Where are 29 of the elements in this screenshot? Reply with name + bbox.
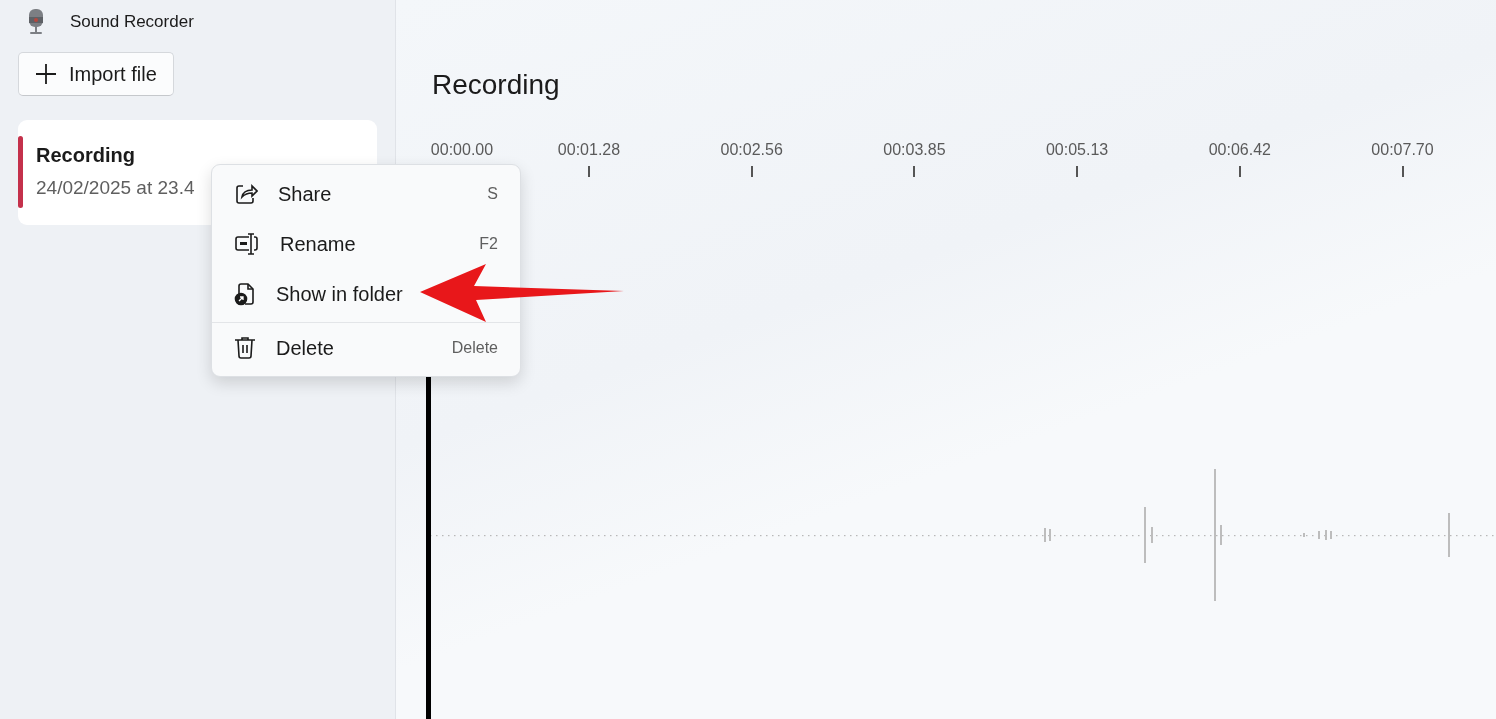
app-title: Sound Recorder xyxy=(70,11,194,34)
shortcut-label: S xyxy=(487,184,498,204)
recording-name: Recording xyxy=(36,143,136,168)
tick-mark xyxy=(913,166,916,177)
timestamp-label: 00:01.28 xyxy=(557,140,621,160)
plus-icon xyxy=(35,63,57,85)
recording-title: Recording xyxy=(431,68,561,102)
timestamp-label: 00:02.56 xyxy=(720,140,783,160)
timestamp-label: 00:00.00 xyxy=(430,140,494,160)
menu-item[interactable]: Delete Delete xyxy=(212,322,520,372)
menu-item[interactable]: Show in folder xyxy=(216,269,516,319)
shortcut-label: Delete xyxy=(451,337,498,358)
timestamp-label: 00:06.42 xyxy=(1208,140,1271,160)
share-icon xyxy=(234,182,258,206)
tick-mark xyxy=(750,166,753,177)
timestamp-label: 00:07.70 xyxy=(1371,140,1434,160)
timestamp-label: 00:03.85 xyxy=(883,140,946,160)
tick-mark xyxy=(1401,166,1404,177)
rename-icon xyxy=(234,232,260,256)
tick-mark xyxy=(1076,166,1079,177)
microphone-icon xyxy=(26,8,46,36)
shortcut-label: F2 xyxy=(479,234,498,254)
trash-icon xyxy=(234,335,256,360)
tick-mark xyxy=(588,166,590,177)
timestamp-label: 00:05.13 xyxy=(1045,140,1109,160)
file-link-icon xyxy=(234,282,256,306)
tick-mark xyxy=(1238,166,1241,177)
import-file-button[interactable]: Import file xyxy=(18,52,174,96)
recording-date: 24/02/2025 at 23.4 xyxy=(36,176,195,200)
